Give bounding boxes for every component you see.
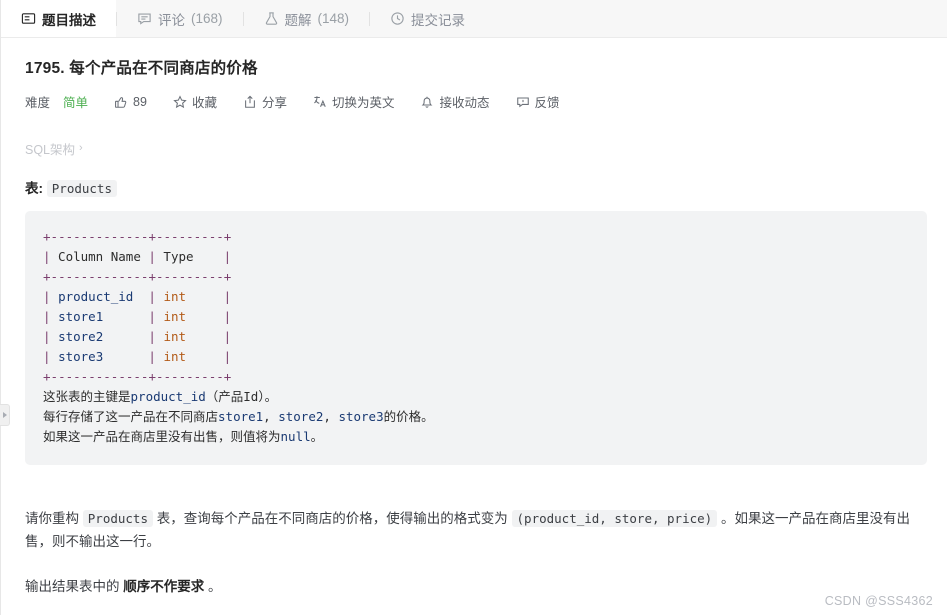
bell-icon xyxy=(420,95,434,109)
order-note-paragraph: 输出结果表中的 顺序不作要求 。 xyxy=(25,575,923,598)
star-icon xyxy=(173,94,187,109)
order-note-text-b: 。 xyxy=(208,579,222,594)
order-note-emphasis: 顺序不作要求 xyxy=(123,579,205,594)
sql-schema-label: SQL架构 xyxy=(25,143,76,157)
content-area: 1795. 每个产品在不同商店的价格 难度 简单 89 收藏 分享 切换为英文 … xyxy=(1,56,947,615)
chevron-right-icon xyxy=(2,412,7,418)
favorite-label: 收藏 xyxy=(191,96,217,110)
statement-text-a: 请你重构 xyxy=(25,511,79,526)
page-title: 1795. 每个产品在不同商店的价格 xyxy=(25,60,258,77)
sql-schema-toggle[interactable]: SQL架构 › xyxy=(25,139,83,158)
thumbs-up-icon xyxy=(114,95,128,109)
order-note-text-a: 输出结果表中的 xyxy=(25,579,120,594)
tab-submissions[interactable]: 提交记录 xyxy=(370,0,485,37)
tab-count: (148) xyxy=(317,11,350,26)
output-format-code: (product_id, store, price) xyxy=(511,510,718,527)
favorite-button[interactable]: 收藏 xyxy=(173,92,217,111)
article-icon xyxy=(21,11,36,26)
tab-label: 题目描述 xyxy=(42,12,96,28)
subscribe-button[interactable]: 接收动态 xyxy=(420,92,490,111)
chevron-right-icon: › xyxy=(79,142,83,154)
problem-description-panel: 题目描述 评论 (168) 题解 (148) 提交记录 1795. 每个产品在不… xyxy=(0,0,947,615)
subscribe-label: 接收动态 xyxy=(439,96,490,110)
translate-label: 切换为英文 xyxy=(331,96,395,110)
schema-code-block: +-------------+---------+ | Column Name … xyxy=(25,211,927,465)
feedback-button[interactable]: 反馈 xyxy=(516,92,560,111)
like-button[interactable]: 89 xyxy=(114,95,147,109)
tab-problem-description[interactable]: 题目描述 xyxy=(1,0,116,37)
like-count: 89 xyxy=(133,94,147,109)
tab-solutions[interactable]: 题解 (148) xyxy=(244,0,370,37)
translate-button[interactable]: 切换为英文 xyxy=(313,92,395,111)
tab-label: 题解 xyxy=(284,12,312,28)
tab-label: 评论 xyxy=(158,12,185,28)
difficulty-indicator: 难度 简单 xyxy=(25,92,88,111)
schema-code-content: +-------------+---------+ | Column Name … xyxy=(43,229,434,444)
difficulty-value: 简单 xyxy=(63,96,89,110)
table-prefix-label: 表: xyxy=(25,181,43,196)
share-label: 分享 xyxy=(261,96,287,110)
table-name-code: Products xyxy=(46,180,117,197)
feedback-icon xyxy=(516,95,530,109)
tab-bar: 题目描述 评论 (168) 题解 (148) 提交记录 xyxy=(1,0,947,38)
tab-comments[interactable]: 评论 (168) xyxy=(117,0,243,37)
panel-resize-handle[interactable] xyxy=(0,404,10,426)
translate-icon xyxy=(313,95,327,109)
watermark: CSDN @SSS4362 xyxy=(824,594,933,608)
feedback-label: 反馈 xyxy=(534,96,560,110)
difficulty-label: 难度 xyxy=(25,96,51,110)
comment-icon xyxy=(137,11,152,26)
clock-icon xyxy=(390,11,405,26)
share-icon xyxy=(243,95,257,109)
tab-label: 提交记录 xyxy=(411,12,466,28)
table-name-line: 表: Products xyxy=(25,177,923,197)
products-code: Products xyxy=(82,510,153,527)
statement-text-b: 表，查询每个产品在不同商店的价格，使得输出的格式变为 xyxy=(156,511,508,526)
tab-count: (168) xyxy=(191,11,223,26)
share-button[interactable]: 分享 xyxy=(243,92,287,111)
problem-statement-paragraph: 请你重构 Products 表，查询每个产品在不同商店的价格，使得输出的格式变为… xyxy=(25,507,923,553)
problem-action-bar: 难度 简单 89 收藏 分享 切换为英文 接收动态 反馈 xyxy=(25,92,923,111)
flask-icon xyxy=(264,11,279,26)
